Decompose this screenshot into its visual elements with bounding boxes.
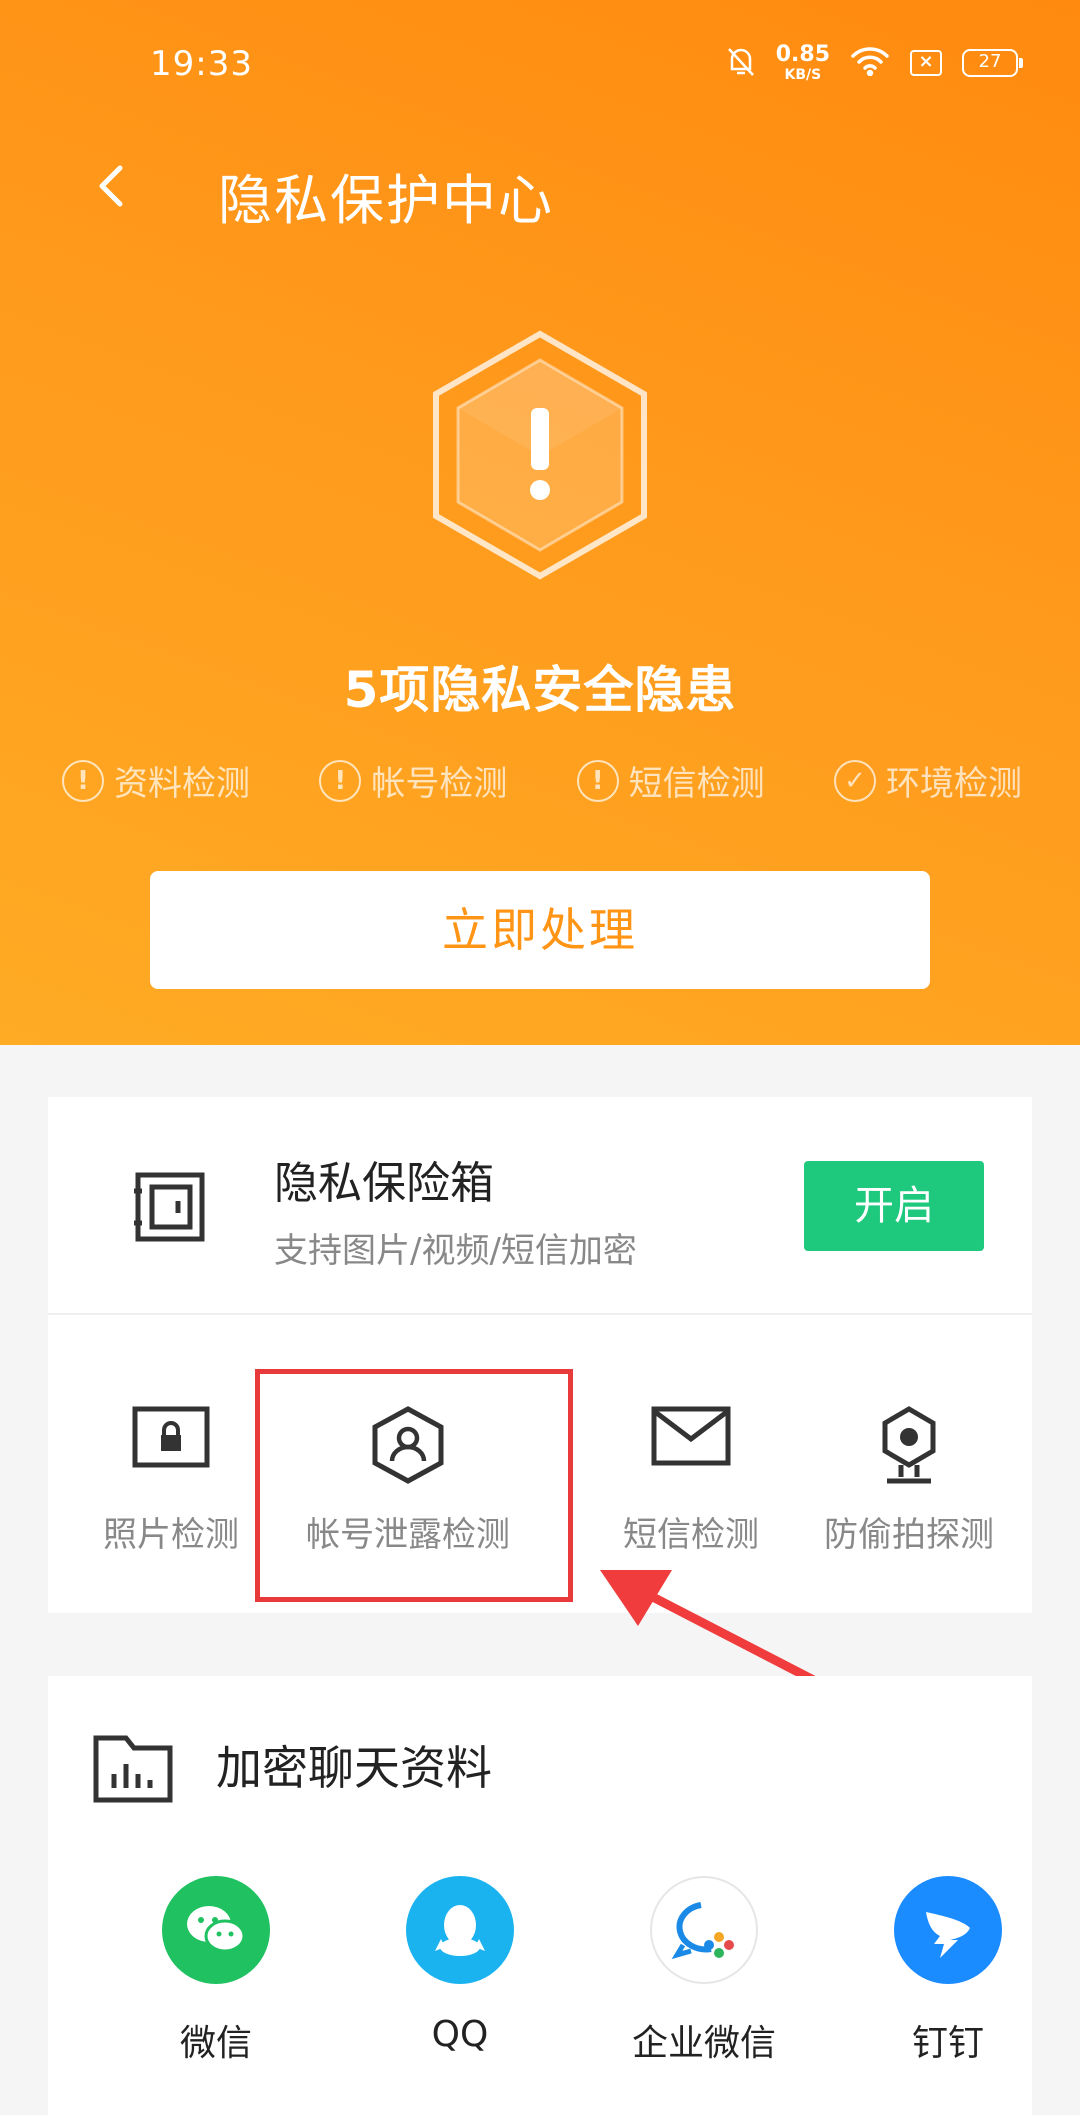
check-item-environment: ✓ 环境检测 <box>833 756 1022 805</box>
safe-icon <box>130 1167 210 1247</box>
process-now-button[interactable]: 立即处理 <box>150 871 930 989</box>
dingtalk-icon <box>894 1876 1002 1984</box>
chevron-left-icon <box>99 165 123 207</box>
page-title: 隐私保护中心 <box>218 169 554 232</box>
warning-circle-icon: ! <box>62 759 104 802</box>
camera-detect-icon <box>882 1406 936 1484</box>
qq-icon <box>406 1876 514 1984</box>
envelope-icon <box>651 1406 731 1466</box>
warning-circle-icon: ! <box>319 759 362 802</box>
net-speed: 0.85 KB/S <box>775 42 830 83</box>
vault-open-button[interactable]: 开启 <box>804 1161 984 1251</box>
folder-chart-icon <box>92 1732 174 1804</box>
vault-subtitle: 支持图片/视频/短信加密 <box>274 1231 637 1271</box>
app-qq[interactable]: QQ <box>360 1876 560 2055</box>
status-time: 19:33 <box>150 44 253 84</box>
app-dingtalk[interactable]: 钉钉 <box>848 1876 1048 2066</box>
wifi-icon <box>850 46 890 80</box>
check-item-sms: ! 短信检测 <box>576 756 765 805</box>
warning-circle-icon: ! <box>576 759 619 802</box>
status-bar: 19:33 0.85 KB/S × 27 <box>0 0 1080 130</box>
check-item-account: ! 帐号检测 <box>319 756 507 805</box>
app-wecom[interactable]: 企业微信 <box>604 1876 804 2066</box>
photo-lock-icon <box>132 1406 210 1468</box>
encrypted-chat-title: 加密聊天资料 <box>216 1741 492 1795</box>
hexagon-warning-icon <box>430 330 650 580</box>
highlight-box <box>255 1369 573 1602</box>
vault-title: 隐私保险箱 <box>274 1158 494 1209</box>
wecom-icon <box>650 1876 758 1984</box>
battery-icon: 27 <box>962 49 1023 77</box>
encrypted-chat-card: 加密聊天资料 微信 QQ 企业微信 钉钉 <box>48 1676 1032 2115</box>
chat-app-list: 微信 QQ 企业微信 钉钉 <box>48 1876 1032 2096</box>
mute-bell-icon <box>726 45 756 81</box>
check-list: ! 资料检测 ! 帐号检测 ! 短信检测 ✓ 环境检测 <box>62 756 1022 805</box>
sim-none-icon: × <box>910 50 942 76</box>
back-button[interactable] <box>86 158 142 214</box>
hazard-count-title: 5项隐私安全隐患 <box>343 661 737 719</box>
wechat-icon <box>162 1876 270 1984</box>
check-circle-icon: ✓ <box>833 759 876 802</box>
status-icons: 0.85 KB/S × 27 <box>726 42 1023 83</box>
app-wechat[interactable]: 微信 <box>116 1876 316 2066</box>
check-item-profile: ! 资料检测 <box>62 756 250 805</box>
